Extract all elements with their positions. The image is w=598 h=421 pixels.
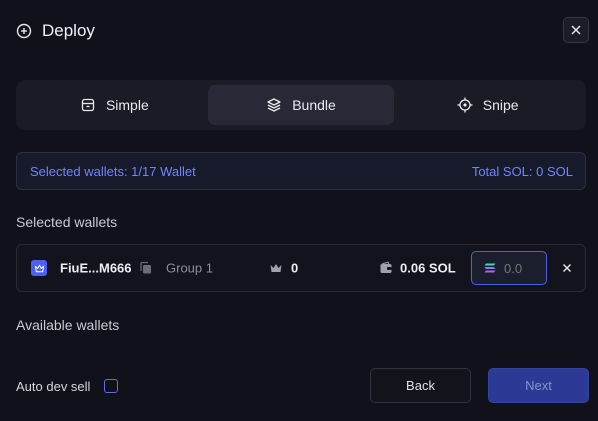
crosshair-icon [457,97,473,113]
auto-dev-sell-label: Auto dev sell [16,378,91,394]
crown-icon [270,264,282,272]
close-icon [571,25,581,35]
selection-summary: Selected wallets: 1/17 Wallet Total SOL:… [16,152,586,190]
selected-wallets-heading: Selected wallets [16,214,118,230]
wallet-balance: 0.06 SOL [400,260,456,276]
available-wallets-heading: Available wallets [16,317,120,333]
wallet-count: 0 [291,260,299,276]
tab-bundle[interactable]: Bundle [207,85,395,125]
tab-simple[interactable]: Simple [21,85,208,125]
box-icon [81,98,95,112]
copy-icon[interactable] [139,261,153,275]
buy-amount-field[interactable] [471,251,547,285]
auto-dev-sell: Auto dev sell [16,376,119,396]
auto-dev-sell-checkbox[interactable] [104,379,119,393]
close-button[interactable] [563,17,589,43]
plus-circle-icon [16,23,32,39]
wallet-icon [380,261,392,273]
tab-snipe[interactable]: Snipe [394,85,581,125]
back-button[interactable]: Back [370,368,471,403]
wallet-row: FiuE...M666 Group 1 0 0.06 SOL [16,244,586,292]
tab-bundle-label: Bundle [292,97,336,113]
tab-snipe-label: Snipe [482,97,519,113]
deploy-mode-tabs: Simple Bundle Snipe [16,80,586,130]
modal-header: Deploy [16,18,95,44]
total-sol: Total SOL: 0 SOL [471,163,573,179]
layers-icon [267,98,281,112]
wallet-group: Group 1 [166,260,213,276]
wallet-name: FiuE...M666 [60,260,132,276]
solana-icon [484,263,496,273]
buy-amount-input[interactable] [504,260,544,276]
remove-wallet-icon[interactable] [561,262,573,274]
crown-badge-icon [31,260,47,276]
tab-simple-label: Simple [105,97,149,113]
modal-title: Deploy [42,21,95,40]
selected-wallets-count: Selected wallets: 1/17 Wallet [30,163,196,179]
next-button[interactable]: Next [488,368,589,403]
